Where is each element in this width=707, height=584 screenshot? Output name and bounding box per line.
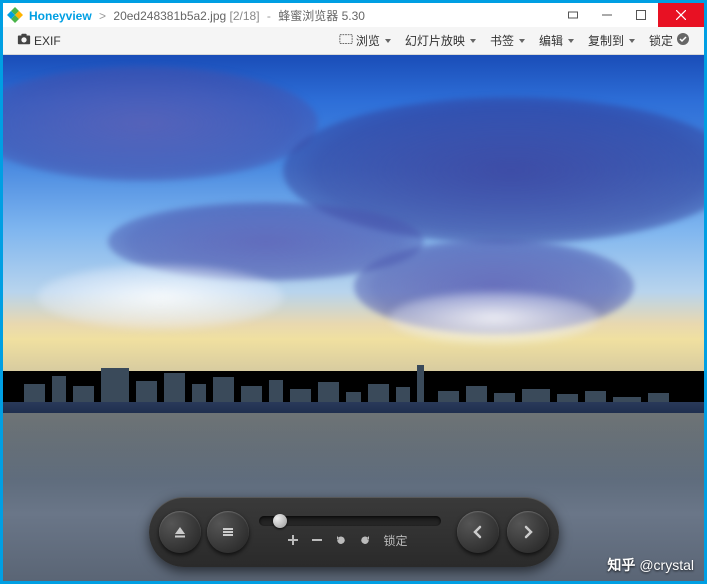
caret-down-icon bbox=[568, 39, 574, 43]
lock-toggle[interactable]: 锁定 bbox=[643, 30, 696, 51]
minimize-button[interactable] bbox=[590, 3, 624, 27]
next-button[interactable] bbox=[507, 511, 549, 553]
watermark: 知乎 @crystal bbox=[607, 555, 694, 575]
fit-screen-icon bbox=[339, 32, 353, 49]
window-controls bbox=[556, 3, 704, 27]
title-separator: > bbox=[99, 9, 106, 23]
title-subtitle: 蜂蜜浏览器 5.30 bbox=[278, 9, 365, 23]
view-label: 浏览 bbox=[356, 32, 380, 49]
zoom-out-button[interactable] bbox=[311, 534, 323, 546]
menu-button[interactable] bbox=[207, 511, 249, 553]
lock-label: 锁定 bbox=[649, 32, 673, 49]
caret-down-icon bbox=[629, 39, 635, 43]
watermark-author: @crystal bbox=[639, 557, 694, 573]
image-viewport[interactable]: 锁定 知乎 @crystal bbox=[3, 55, 704, 581]
caret-down-icon bbox=[385, 39, 391, 43]
control-center: 锁定 bbox=[249, 516, 451, 549]
edit-label: 编辑 bbox=[539, 32, 563, 49]
control-panel: 锁定 bbox=[149, 497, 559, 567]
title-filename: 20ed248381b5a2.jpg bbox=[113, 9, 226, 23]
title-position: [2/18] bbox=[230, 9, 260, 23]
caret-down-icon bbox=[519, 39, 525, 43]
bookmark-label: 书签 bbox=[490, 32, 514, 49]
copyto-menu[interactable]: 复制到 bbox=[582, 30, 641, 51]
edit-menu[interactable]: 编辑 bbox=[533, 30, 580, 51]
copyto-label: 复制到 bbox=[588, 32, 624, 49]
caret-down-icon bbox=[470, 39, 476, 43]
toolbar: EXIF 浏览 幻灯片放映 书签 编辑 复制到 bbox=[3, 27, 704, 55]
panel-lock-label: 锁定 bbox=[383, 532, 407, 549]
camera-icon bbox=[17, 32, 31, 49]
prev-button[interactable] bbox=[457, 511, 499, 553]
window-title: Honeyview > 20ed248381b5a2.jpg [2/18] - … bbox=[29, 7, 556, 24]
zoom-in-button[interactable] bbox=[287, 534, 299, 546]
zoom-slider[interactable] bbox=[259, 516, 441, 526]
app-logo bbox=[7, 7, 23, 23]
bookmark-menu[interactable]: 书签 bbox=[484, 30, 531, 51]
rotate-left-button[interactable] bbox=[335, 534, 347, 546]
panel-lock-toggle[interactable]: 锁定 bbox=[383, 532, 411, 549]
close-button[interactable] bbox=[658, 3, 704, 27]
watermark-brand: 知乎 bbox=[607, 555, 635, 575]
title-app-name: Honeyview bbox=[29, 9, 92, 23]
title-dash: - bbox=[267, 9, 271, 23]
exif-button[interactable]: EXIF bbox=[11, 30, 67, 51]
app-window: Honeyview > 20ed248381b5a2.jpg [2/18] - … bbox=[0, 0, 707, 584]
eject-button[interactable] bbox=[159, 511, 201, 553]
fullscreen-button[interactable] bbox=[556, 3, 590, 27]
maximize-button[interactable] bbox=[624, 3, 658, 27]
titlebar: Honeyview > 20ed248381b5a2.jpg [2/18] - … bbox=[3, 3, 704, 27]
slider-thumb[interactable] bbox=[273, 514, 287, 528]
slideshow-label: 幻灯片放映 bbox=[405, 32, 465, 49]
slideshow-menu[interactable]: 幻灯片放映 bbox=[399, 30, 482, 51]
rotate-right-button[interactable] bbox=[359, 534, 371, 546]
check-circle-icon bbox=[676, 32, 690, 49]
exif-label: EXIF bbox=[34, 34, 61, 48]
view-menu[interactable]: 浏览 bbox=[333, 30, 397, 51]
